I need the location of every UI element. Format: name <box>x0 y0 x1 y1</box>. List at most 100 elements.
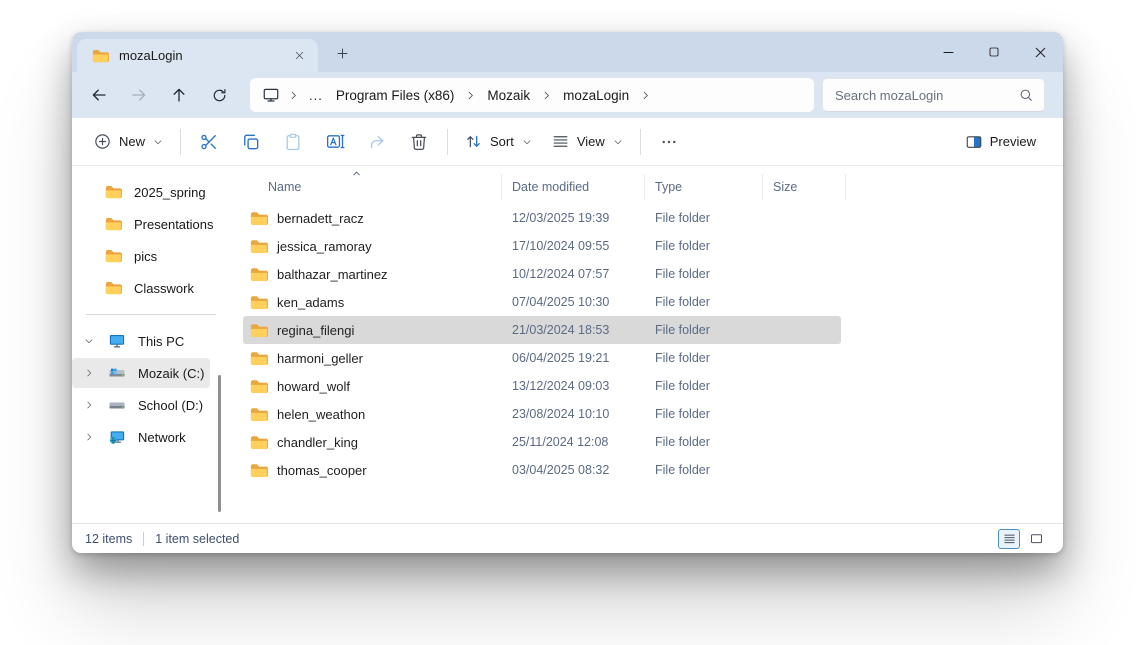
breadcrumb-mozaik[interactable]: Mozaik <box>480 88 537 103</box>
file-date-modified: 12/03/2025 19:39 <box>502 211 645 225</box>
chevron-right-icon[interactable] <box>461 89 480 102</box>
sidebar-item-this-pc[interactable]: This PC <box>72 326 230 356</box>
sidebar-item-school-d[interactable]: School (D:) <box>72 390 230 420</box>
maximize-button[interactable] <box>971 32 1017 72</box>
chevron-right-icon[interactable] <box>82 367 96 379</box>
file-row[interactable]: helen_weathon 23/08/2024 10:10 File fold… <box>243 400 841 428</box>
minimize-button[interactable] <box>925 32 971 72</box>
toolbar-divider <box>180 129 181 155</box>
close-button[interactable] <box>1017 32 1063 72</box>
file-date-modified: 06/04/2025 19:21 <box>502 351 645 365</box>
more-options-button[interactable] <box>648 124 690 160</box>
chevron-right-icon[interactable] <box>82 399 96 411</box>
sidebar-item-presentations[interactable]: Presentations <box>72 209 230 239</box>
new-tab-button[interactable] <box>328 39 356 67</box>
column-header-type[interactable]: Type <box>645 174 763 200</box>
sidebar-item-mozaik-c[interactable]: Mozaik (C:) <box>72 358 210 388</box>
file-row[interactable]: thomas_cooper 03/04/2025 08:32 File fold… <box>243 456 841 484</box>
breadcrumb-overflow[interactable]: ... <box>303 88 329 103</box>
folder-icon <box>105 217 122 231</box>
file-row[interactable]: balthazar_martinez 10/12/2024 07:57 File… <box>243 260 841 288</box>
content-area: 2025_spring Presentations pics Classwork <box>72 166 1063 523</box>
chevron-right-icon[interactable] <box>636 89 655 102</box>
folder-icon <box>250 239 268 254</box>
sidebar-item-label: School (D:) <box>138 398 203 413</box>
file-name: harmoni_geller <box>277 351 363 366</box>
command-toolbar: New Sort View <box>72 118 1063 166</box>
sidebar-scrollbar[interactable] <box>218 375 221 512</box>
preview-button-label: Preview <box>990 134 1036 149</box>
file-row[interactable]: ken_adams 07/04/2025 10:30 File folder <box>243 288 841 316</box>
file-type: File folder <box>645 295 763 309</box>
new-button-label: New <box>119 134 145 149</box>
preview-pane-icon <box>965 133 983 151</box>
chevron-down-icon[interactable] <box>82 335 96 347</box>
file-date-modified: 03/04/2025 08:32 <box>502 463 645 477</box>
chevron-right-icon[interactable] <box>82 431 96 443</box>
breadcrumb-program-files[interactable]: Program Files (x86) <box>329 88 462 103</box>
thumbnails-view-button[interactable] <box>1025 529 1047 549</box>
folder-icon <box>250 463 268 478</box>
back-button[interactable] <box>82 78 116 112</box>
refresh-icon <box>211 87 228 104</box>
thumbnails-view-icon <box>1029 531 1044 546</box>
file-date-modified: 25/11/2024 12:08 <box>502 435 645 449</box>
chevron-right-icon[interactable] <box>537 89 556 102</box>
file-row[interactable]: harmoni_geller 06/04/2025 19:21 File fol… <box>243 344 841 372</box>
sidebar-item-2025-spring[interactable]: 2025_spring <box>72 177 230 207</box>
close-icon <box>1032 44 1049 61</box>
column-header-name[interactable]: Name <box>243 174 502 200</box>
file-row-selected[interactable]: regina_filengi 21/03/2024 18:53 File fol… <box>243 316 841 344</box>
column-header-size[interactable]: Size <box>763 174 846 200</box>
trash-icon <box>409 132 429 152</box>
breadcrumb-mozalogin[interactable]: mozaLogin <box>556 88 636 103</box>
new-button[interactable]: New <box>84 124 173 160</box>
file-row[interactable]: bernadett_racz 12/03/2025 19:39 File fol… <box>243 204 841 232</box>
folder-icon <box>105 185 122 199</box>
sidebar-item-label: Network <box>138 430 186 445</box>
paste-button[interactable] <box>272 124 314 160</box>
preview-button[interactable]: Preview <box>956 124 1045 160</box>
folder-icon <box>250 379 268 394</box>
up-button[interactable] <box>162 78 196 112</box>
share-button[interactable] <box>356 124 398 160</box>
network-icon <box>108 428 126 446</box>
file-type: File folder <box>645 407 763 421</box>
refresh-button[interactable] <box>202 78 236 112</box>
cut-button[interactable] <box>188 124 230 160</box>
file-row[interactable]: chandler_king 25/11/2024 12:08 File fold… <box>243 428 841 456</box>
view-button[interactable]: View <box>542 124 633 160</box>
search-box[interactable] <box>822 78 1045 112</box>
sort-button[interactable]: Sort <box>455 124 542 160</box>
view-button-label: View <box>577 134 605 149</box>
explorer-tab[interactable]: mozaLogin <box>77 39 318 72</box>
status-divider <box>143 532 144 546</box>
forward-button[interactable] <box>122 78 156 112</box>
tab-close-icon[interactable] <box>288 45 310 67</box>
toolbar-divider <box>640 129 641 155</box>
file-type: File folder <box>645 463 763 477</box>
window-controls <box>925 32 1063 72</box>
this-pc-icon[interactable] <box>260 86 284 104</box>
sort-ascending-icon <box>351 168 362 179</box>
sidebar-item-classwork[interactable]: Classwork <box>72 273 230 303</box>
file-date-modified: 13/12/2024 09:03 <box>502 379 645 393</box>
delete-button[interactable] <box>398 124 440 160</box>
rename-button[interactable] <box>314 124 356 160</box>
search-icon[interactable] <box>1018 87 1034 103</box>
sidebar-item-network[interactable]: Network <box>72 422 230 452</box>
file-date-modified: 23/08/2024 10:10 <box>502 407 645 421</box>
file-type: File folder <box>645 267 763 281</box>
details-view-button[interactable] <box>998 529 1020 549</box>
search-input[interactable] <box>835 88 1018 103</box>
copy-button[interactable] <box>230 124 272 160</box>
file-row[interactable]: howard_wolf 13/12/2024 09:03 File folder <box>243 372 841 400</box>
tab-strip: mozaLogin <box>72 32 1063 72</box>
file-row[interactable]: jessica_ramoray 17/10/2024 09:55 File fo… <box>243 232 841 260</box>
toolbar-divider <box>447 129 448 155</box>
sidebar-item-label: Presentations <box>134 217 214 232</box>
column-header-date-modified[interactable]: Date modified <box>502 174 645 200</box>
maximize-icon <box>986 44 1002 60</box>
share-icon <box>367 132 387 152</box>
sidebar-item-pics[interactable]: pics <box>72 241 230 271</box>
